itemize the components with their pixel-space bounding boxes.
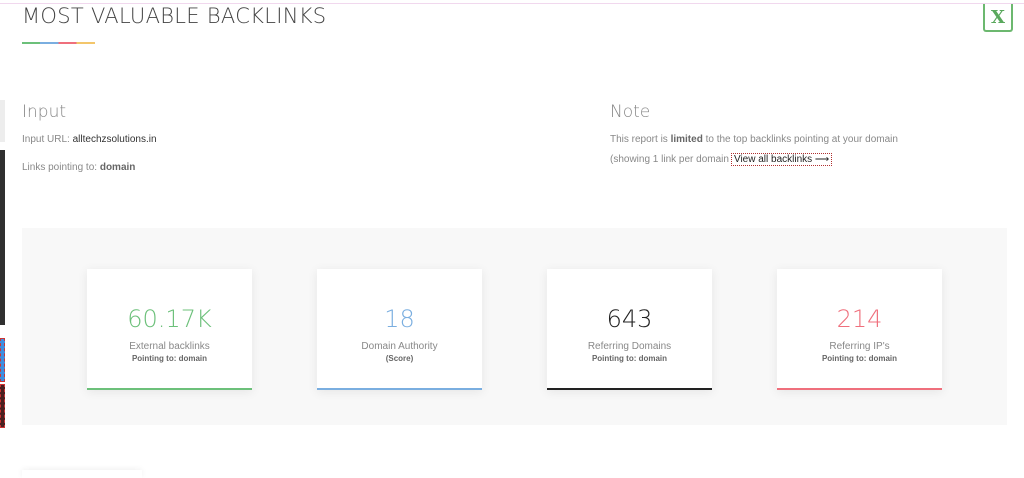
links-pointing-line: Links pointing to: domain	[22, 162, 135, 173]
left-edge-strip	[0, 150, 5, 325]
stat-value: 18	[384, 305, 415, 333]
links-pointing-value: domain	[99, 162, 136, 173]
view-all-backlinks-link[interactable]: View all backlinks ⟶	[730, 153, 833, 166]
next-section-card	[22, 470, 142, 478]
note-line-2: (showing 1 link per domain View all backl…	[610, 153, 833, 166]
stat-value: 60.17K	[127, 305, 212, 333]
stat-sublabel: Pointing to: domain	[821, 354, 898, 363]
stat-accent-bar	[777, 388, 942, 390]
excel-icon: X	[991, 7, 1005, 28]
note-text: This report is	[610, 134, 668, 145]
left-edge-strip	[0, 100, 5, 142]
stat-label: Domain Authority	[361, 341, 438, 352]
page-title: MOST VALUABLE BACKLINKS	[22, 4, 327, 28]
stat-card-referring-domains: 643 Referring Domains Pointing to: domai…	[547, 269, 712, 390]
left-edge-tab[interactable]	[0, 338, 5, 382]
stat-sublabel: (Score)	[385, 354, 414, 363]
title-underline	[22, 42, 95, 44]
left-edge-tab[interactable]	[0, 384, 5, 428]
stat-label: Referring Domains	[587, 341, 672, 352]
links-pointing-label: Links pointing to:	[22, 162, 98, 173]
stat-sublabel: Pointing to: domain	[591, 354, 668, 363]
stat-accent-bar	[317, 388, 482, 390]
stat-value: 643	[606, 305, 653, 333]
stat-card-referring-ips: 214 Referring IP's Pointing to: domain	[777, 269, 942, 390]
note-line-1: This report is limited to the top backli…	[610, 134, 898, 145]
stat-label: External backlinks	[129, 341, 210, 352]
input-url-label: Input URL:	[22, 134, 70, 145]
stat-accent-bar	[547, 388, 712, 390]
note-heading: Note	[610, 102, 651, 122]
input-heading: Input	[22, 102, 67, 122]
note-bold-text: limited	[670, 134, 703, 145]
note-text: to the top backlinks pointing at your do…	[705, 134, 898, 145]
input-url-value: alltechzsolutions.in	[72, 134, 157, 145]
note-text: (showing 1 link per domain	[610, 154, 729, 165]
stat-card-domain-authority: 18 Domain Authority (Score)	[317, 269, 482, 390]
stat-accent-bar	[87, 388, 252, 390]
stat-value: 214	[836, 305, 883, 333]
stat-sublabel: Pointing to: domain	[131, 354, 208, 363]
stat-card-external-backlinks: 60.17K External backlinks Pointing to: d…	[87, 269, 252, 390]
input-url-line: Input URL: alltechzsolutions.in	[22, 134, 157, 145]
stat-label: Referring IP's	[829, 341, 890, 352]
export-excel-button[interactable]: X	[983, 4, 1013, 32]
